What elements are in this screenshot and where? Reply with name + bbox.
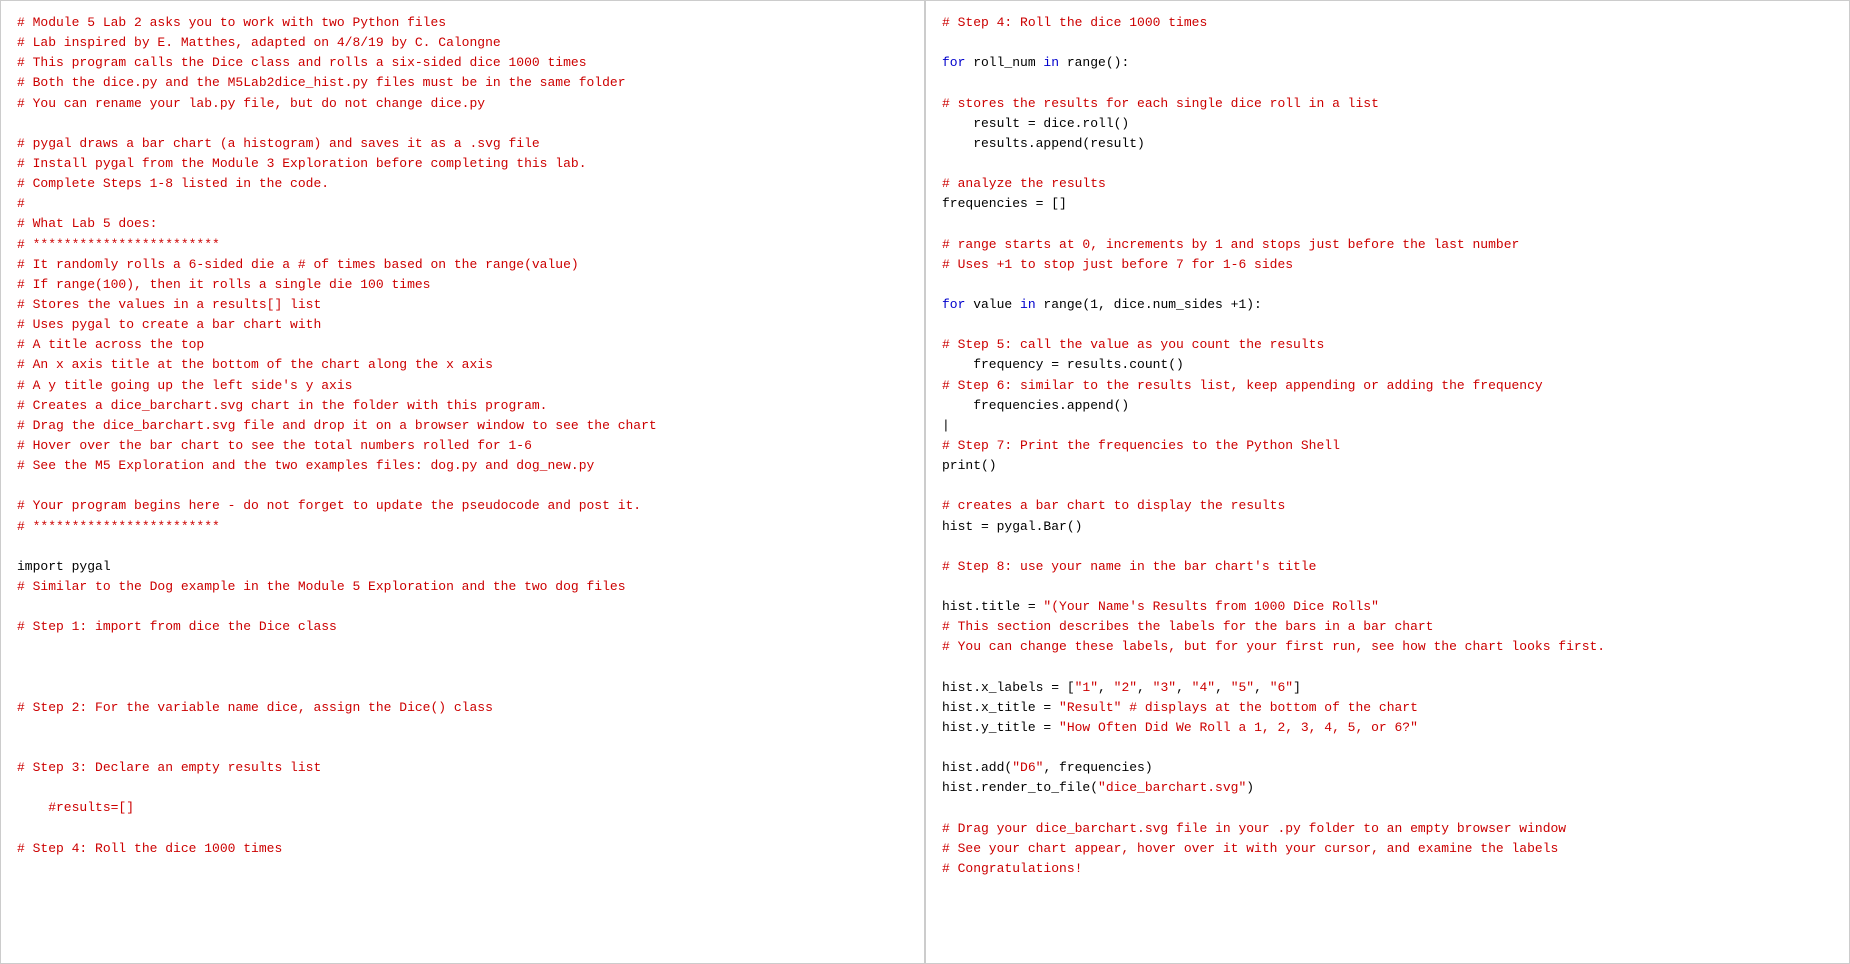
code-line: #results=[] — [17, 798, 908, 818]
code-line: # stores the results for each single dic… — [942, 94, 1833, 114]
code-line: # Hover over the bar chart to see the to… — [17, 436, 908, 456]
code-line: # ************************ — [17, 235, 908, 255]
code-line: # An x axis title at the bottom of the c… — [17, 355, 908, 375]
code-line — [17, 114, 908, 134]
code-line: frequency = results.count() — [942, 355, 1833, 375]
code-line: # Drag your dice_barchart.svg file in yo… — [942, 819, 1833, 839]
code-line: # Uses +1 to stop just before 7 for 1-6 … — [942, 255, 1833, 275]
code-line — [942, 658, 1833, 678]
code-line: # A y title going up the left side's y a… — [17, 376, 908, 396]
code-line — [942, 214, 1833, 234]
code-line — [942, 577, 1833, 597]
code-line: for value in range(1, dice.num_sides +1)… — [942, 295, 1833, 315]
code-line: # You can rename your lab.py file, but d… — [17, 94, 908, 114]
code-line — [942, 154, 1833, 174]
code-line: # Similar to the Dog example in the Modu… — [17, 577, 908, 597]
code-line: # Module 5 Lab 2 asks you to work with t… — [17, 13, 908, 33]
code-line — [17, 778, 908, 798]
code-line — [17, 597, 908, 617]
code-line: hist.add("D6", frequencies) — [942, 758, 1833, 778]
code-line: # If range(100), then it rolls a single … — [17, 275, 908, 295]
code-line: # creates a bar chart to display the res… — [942, 496, 1833, 516]
code-line — [942, 537, 1833, 557]
code-line: # Creates a dice_barchart.svg chart in t… — [17, 396, 908, 416]
code-line: # See your chart appear, hover over it w… — [942, 839, 1833, 859]
code-line: # This section describes the labels for … — [942, 617, 1833, 637]
code-line: # analyze the results — [942, 174, 1833, 194]
code-line: # range starts at 0, increments by 1 and… — [942, 235, 1833, 255]
code-line: # Your program begins here - do not forg… — [17, 496, 908, 516]
code-line: # Uses pygal to create a bar chart with — [17, 315, 908, 335]
code-line: # What Lab 5 does: — [17, 214, 908, 234]
code-line: # pygal draws a bar chart (a histogram) … — [17, 134, 908, 154]
code-line — [942, 476, 1833, 496]
code-line: hist.x_title = "Result" # displays at th… — [942, 698, 1833, 718]
code-line: # Congratulations! — [942, 859, 1833, 879]
code-line — [17, 718, 908, 738]
code-line: hist.y_title = "How Often Did We Roll a … — [942, 718, 1833, 738]
code-line: hist.render_to_file("dice_barchart.svg") — [942, 778, 1833, 798]
code-line: # You can change these labels, but for y… — [942, 637, 1833, 657]
code-line — [17, 678, 908, 698]
code-line — [17, 738, 908, 758]
code-line — [17, 476, 908, 496]
code-line: # Drag the dice_barchart.svg file and dr… — [17, 416, 908, 436]
code-line: # Step 5: call the value as you count th… — [942, 335, 1833, 355]
right-code-panel: # Step 4: Roll the dice 1000 times for r… — [925, 0, 1850, 964]
code-line: # Stores the values in a results[] list — [17, 295, 908, 315]
code-line — [942, 275, 1833, 295]
code-line: # Both the dice.py and the M5Lab2dice_hi… — [17, 73, 908, 93]
code-line: # ************************ — [17, 517, 908, 537]
code-line: | — [942, 416, 1833, 436]
code-line: # Step 6: similar to the results list, k… — [942, 376, 1833, 396]
left-code-panel: # Module 5 Lab 2 asks you to work with t… — [0, 0, 925, 964]
code-line: # Step 8: use your name in the bar chart… — [942, 557, 1833, 577]
code-line: results.append(result) — [942, 134, 1833, 154]
code-line — [942, 738, 1833, 758]
code-line — [17, 658, 908, 678]
code-line: # Step 3: Declare an empty results list — [17, 758, 908, 778]
code-line: # Step 2: For the variable name dice, as… — [17, 698, 908, 718]
code-line: # A title across the top — [17, 335, 908, 355]
code-line: frequencies.append() — [942, 396, 1833, 416]
code-line — [17, 537, 908, 557]
code-line: # Complete Steps 1-8 listed in the code. — [17, 174, 908, 194]
code-line: hist = pygal.Bar() — [942, 517, 1833, 537]
code-line: hist.title = "(Your Name's Results from … — [942, 597, 1833, 617]
code-line: # Step 4: Roll the dice 1000 times — [17, 839, 908, 859]
code-line: print() — [942, 456, 1833, 476]
code-line: # Install pygal from the Module 3 Explor… — [17, 154, 908, 174]
code-line — [17, 819, 908, 839]
code-line: # Step 1: import from dice the Dice clas… — [17, 617, 908, 637]
code-line: # This program calls the Dice class and … — [17, 53, 908, 73]
code-line — [942, 73, 1833, 93]
code-line — [942, 798, 1833, 818]
code-line: hist.x_labels = ["1", "2", "3", "4", "5"… — [942, 678, 1833, 698]
code-line: # — [17, 194, 908, 214]
code-line: # See the M5 Exploration and the two exa… — [17, 456, 908, 476]
code-line: # It randomly rolls a 6-sided die a # of… — [17, 255, 908, 275]
code-line: # Lab inspired by E. Matthes, adapted on… — [17, 33, 908, 53]
code-line: # Step 4: Roll the dice 1000 times — [942, 13, 1833, 33]
code-line: frequencies = [] — [942, 194, 1833, 214]
code-line — [17, 637, 908, 657]
code-line: result = dice.roll() — [942, 114, 1833, 134]
code-line: for roll_num in range(): — [942, 53, 1833, 73]
code-line: # Step 7: Print the frequencies to the P… — [942, 436, 1833, 456]
code-line: import pygal — [17, 557, 908, 577]
code-line — [942, 33, 1833, 53]
code-line — [942, 315, 1833, 335]
